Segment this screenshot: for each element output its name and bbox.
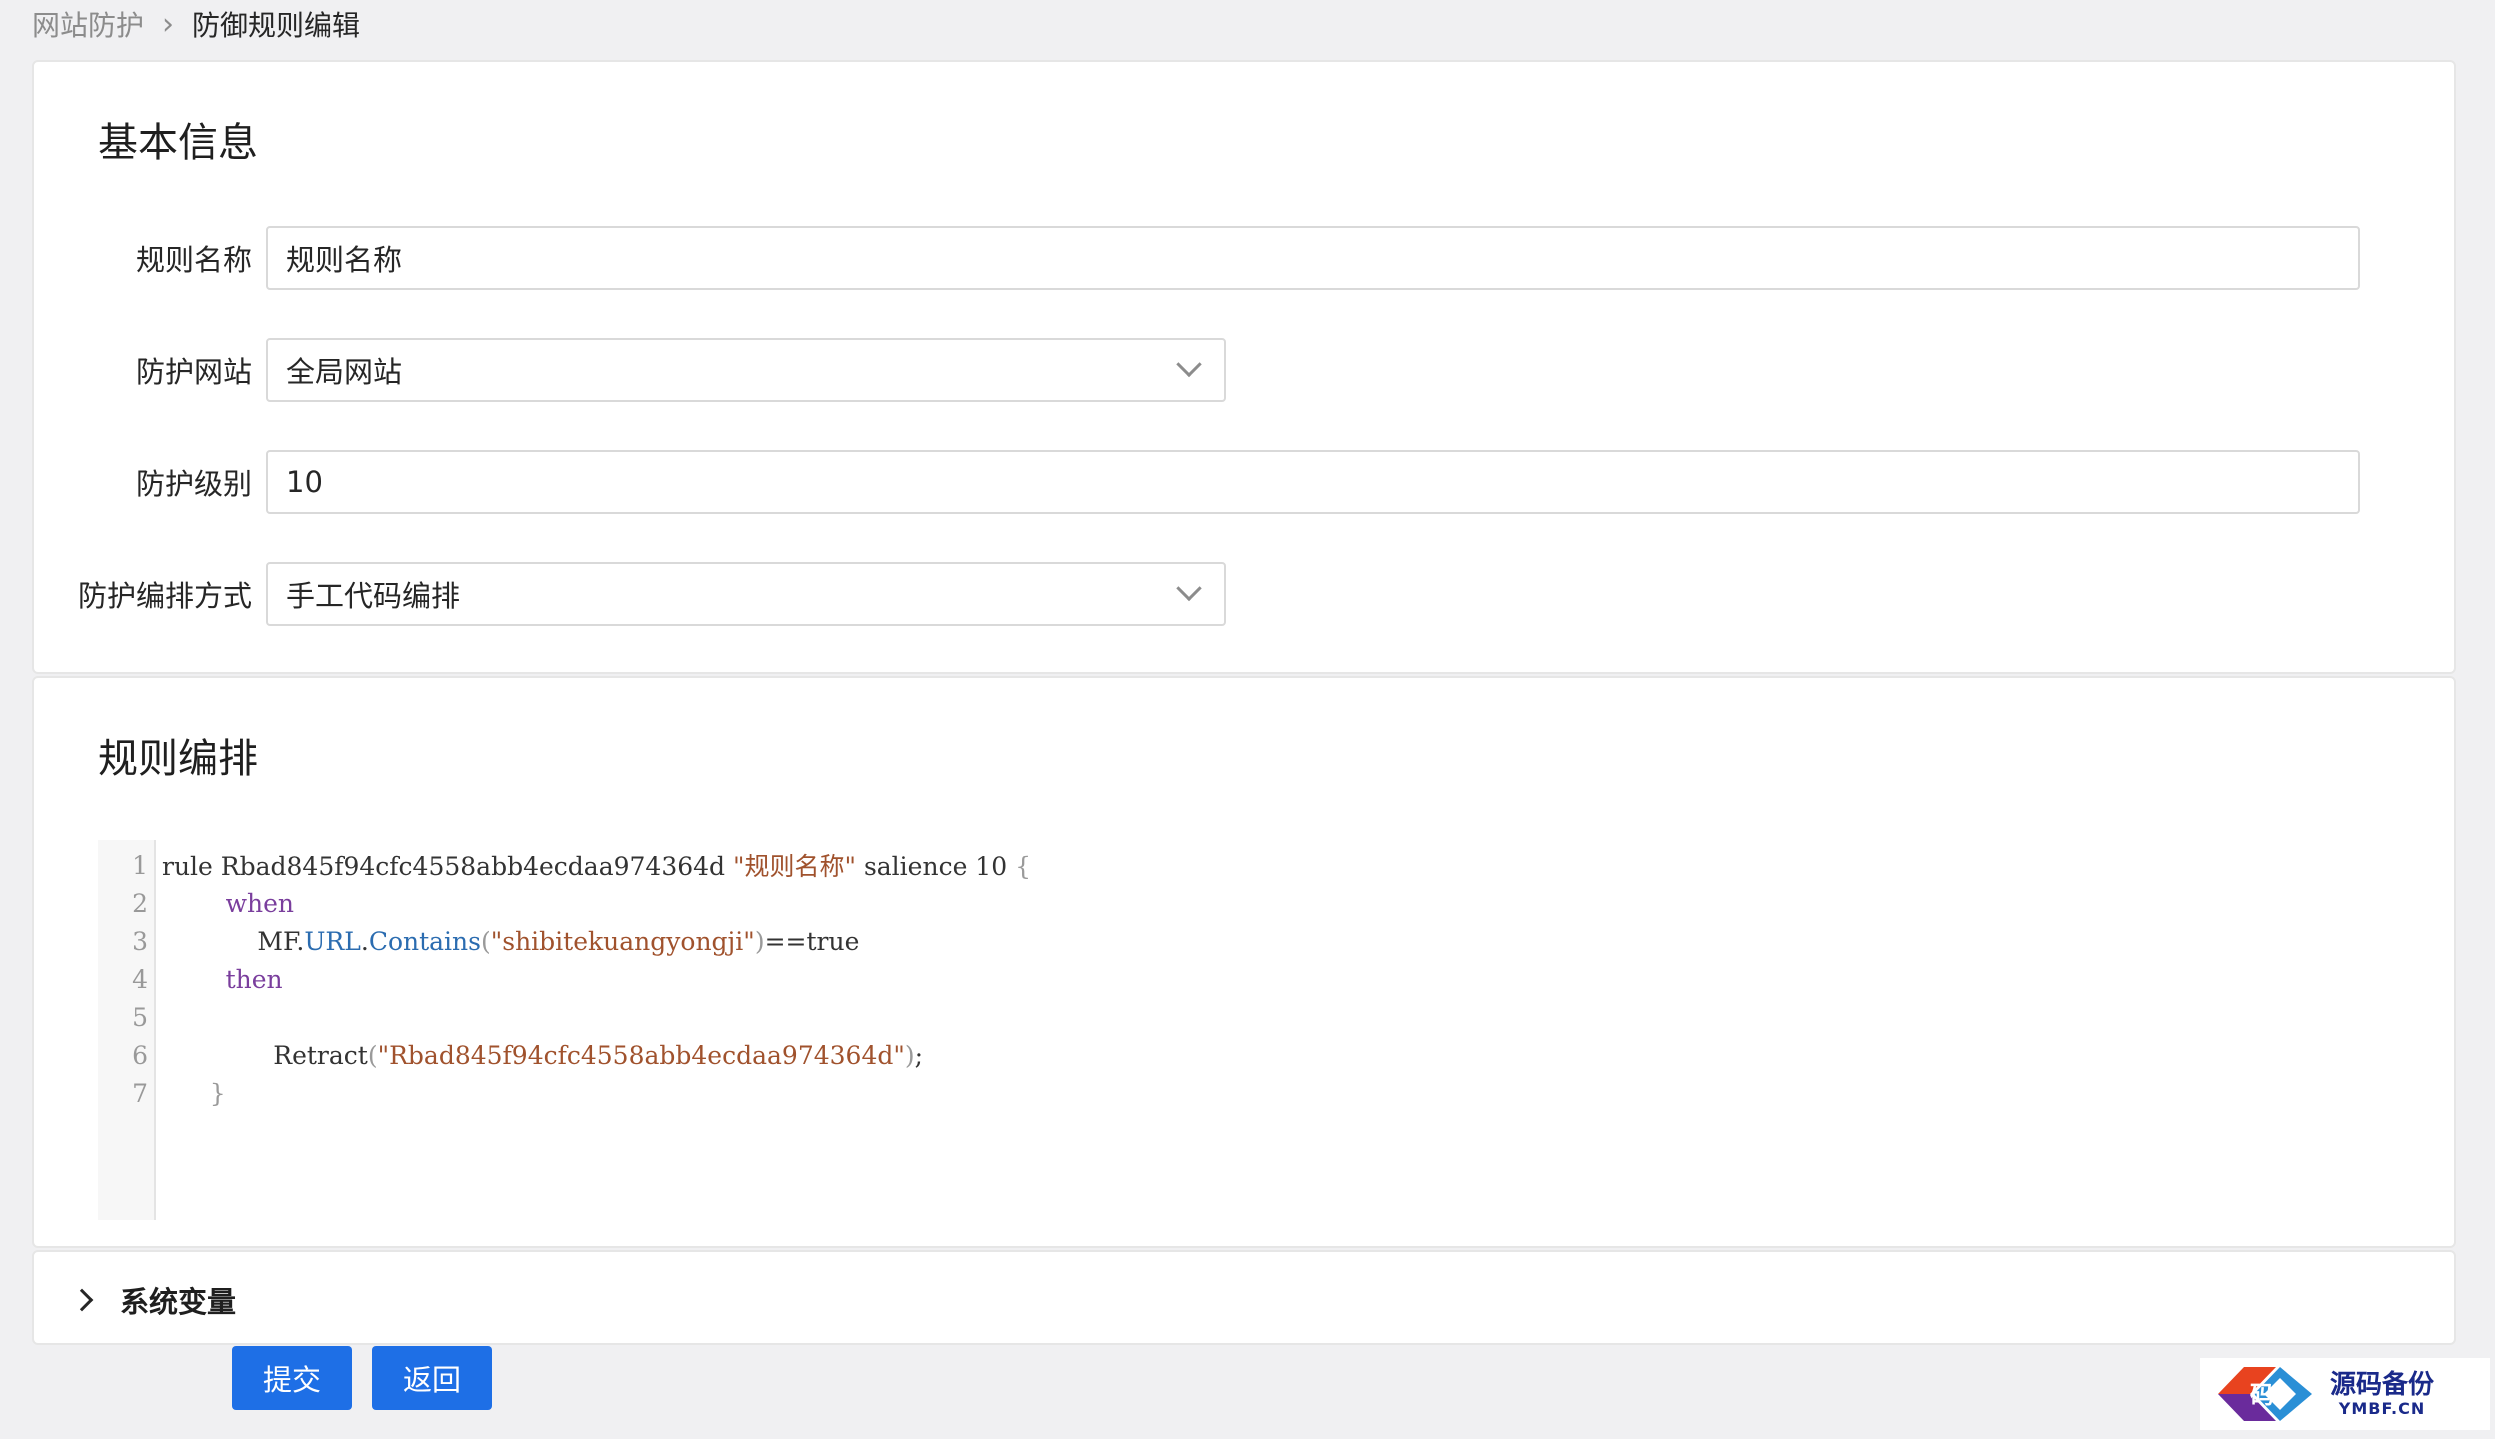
code-token: rule Rbad845f94cfc4558abb4ecdaa974364d: [162, 852, 733, 881]
code-token: "Rbad845f94cfc4558abb4ecdaa974364d": [377, 1040, 905, 1070]
basic-info-title: 基本信息: [98, 120, 258, 166]
code-text: }: [162, 1079, 226, 1108]
rule-name-row: 规则名称 规则名称: [34, 226, 2360, 290]
arrangement-mode-label: 防护编排方式: [77, 579, 252, 613]
code-line[interactable]: 3 MF.URL.Contains("shibitekuangyongji")=…: [98, 922, 859, 960]
chevron-right-icon: [70, 1288, 94, 1311]
watermark-title: 源码备份: [2330, 1369, 2435, 1400]
arrangement-mode-row: 防护编排方式 手工代码编排: [34, 562, 1226, 626]
code-token: ;: [914, 1040, 924, 1070]
rule-name-value: 规则名称: [286, 243, 403, 277]
breadcrumb-parent-link[interactable]: 网站防护: [32, 4, 144, 44]
rule-editor-card: 规则编排 1 rule Rbad845f94cfc4558abb4ecdaa97…: [32, 676, 2456, 1248]
line-number: 1: [132, 850, 148, 880]
protection-level-value: 10: [286, 465, 323, 499]
arrangement-mode-value: 手工代码编排: [286, 579, 461, 613]
protection-level-input[interactable]: 10: [266, 450, 2360, 514]
code-token: URL: [304, 926, 361, 956]
line-number: 5: [132, 1002, 148, 1032]
line-number: 4: [132, 964, 148, 994]
breadcrumb-separator-icon: ›: [162, 6, 175, 42]
submit-button[interactable]: 提交: [232, 1346, 352, 1410]
code-token: {: [1015, 852, 1031, 881]
watermark-subtitle: YMBF.CN: [2338, 1398, 2426, 1418]
protection-level-label: 防护级别: [135, 467, 252, 501]
code-token: Contains: [368, 926, 481, 956]
code-text: Retract("Rbad845f94cfc4558abb4ecdaa97436…: [162, 1041, 923, 1070]
system-vars-toggle[interactable]: 系统变量: [70, 1252, 237, 1347]
code-token: when: [225, 888, 294, 918]
line-number: 7: [132, 1078, 148, 1108]
code-token: "规则名称": [733, 852, 856, 881]
code-token: Retract: [162, 1040, 368, 1070]
code-line[interactable]: 4 then: [98, 960, 283, 998]
basic-info-card: 基本信息 规则名称 规则名称 防护网站 全局网站 防护级别 10 防护编排方式 …: [32, 60, 2456, 674]
code-text: rule Rbad845f94cfc4558abb4ecdaa974364d "…: [162, 847, 1031, 883]
rule-name-input[interactable]: 规则名称: [266, 226, 2360, 290]
back-button[interactable]: 返回: [372, 1346, 492, 1410]
protection-level-row: 防护级别 10: [34, 450, 2360, 514]
line-number: 6: [132, 1040, 148, 1070]
protected-site-value: 全局网站: [286, 355, 403, 389]
watermark-logo: 码 源码备份 YMBF.CN: [2200, 1358, 2490, 1430]
arrangement-mode-select[interactable]: 手工代码编排: [266, 562, 1226, 626]
protected-site-label: 防护网站: [135, 355, 252, 389]
line-number: 3: [132, 926, 148, 956]
code-text: MF.URL.Contains("shibitekuangyongji")==t…: [162, 927, 859, 956]
code-token: "shibitekuangyongji": [490, 926, 755, 956]
code-token: ==true: [764, 926, 860, 956]
code-token: (: [367, 1040, 378, 1070]
system-vars-panel: 系统变量: [32, 1250, 2456, 1345]
protected-site-row: 防护网站 全局网站: [34, 338, 1226, 402]
code-token: ): [754, 926, 765, 956]
code-token: (: [480, 926, 491, 956]
code-token: then: [225, 964, 283, 994]
code-line[interactable]: 1 rule Rbad845f94cfc4558abb4ecdaa974364d…: [98, 846, 1031, 884]
code-line[interactable]: 6 Retract("Rbad845f94cfc4558abb4ecdaa974…: [98, 1036, 923, 1074]
code-line[interactable]: 5: [98, 998, 148, 1036]
code-token: salience 10: [856, 852, 1016, 881]
code-token: .: [360, 926, 369, 956]
rule-editor-title: 规则编排: [98, 736, 258, 782]
watermark-text: 源码备份 YMBF.CN: [2330, 1371, 2434, 1417]
code-line[interactable]: 2 when: [98, 884, 294, 922]
chevron-down-icon: [1176, 575, 1202, 602]
protected-site-select[interactable]: 全局网站: [266, 338, 1226, 402]
watermark-logo-char: 码: [2250, 1380, 2274, 1409]
system-vars-label: 系统变量: [120, 1284, 237, 1319]
watermark-emblem-icon: 码: [2218, 1367, 2312, 1421]
code-token: ): [904, 1040, 915, 1070]
code-token: }: [209, 1078, 226, 1108]
breadcrumb: 网站防护 › 防御规则编辑: [32, 4, 360, 44]
line-number: 2: [132, 888, 148, 918]
code-token: MF.: [162, 926, 305, 956]
chevron-down-icon: [1176, 351, 1202, 378]
code-text: then: [162, 965, 283, 994]
breadcrumb-current: 防御规则编辑: [192, 9, 361, 42]
code-text: when: [162, 889, 294, 918]
rule-name-label: 规则名称: [135, 243, 252, 277]
code-line[interactable]: 7 }: [98, 1074, 226, 1112]
code-editor[interactable]: 1 rule Rbad845f94cfc4558abb4ecdaa974364d…: [98, 840, 1298, 1220]
